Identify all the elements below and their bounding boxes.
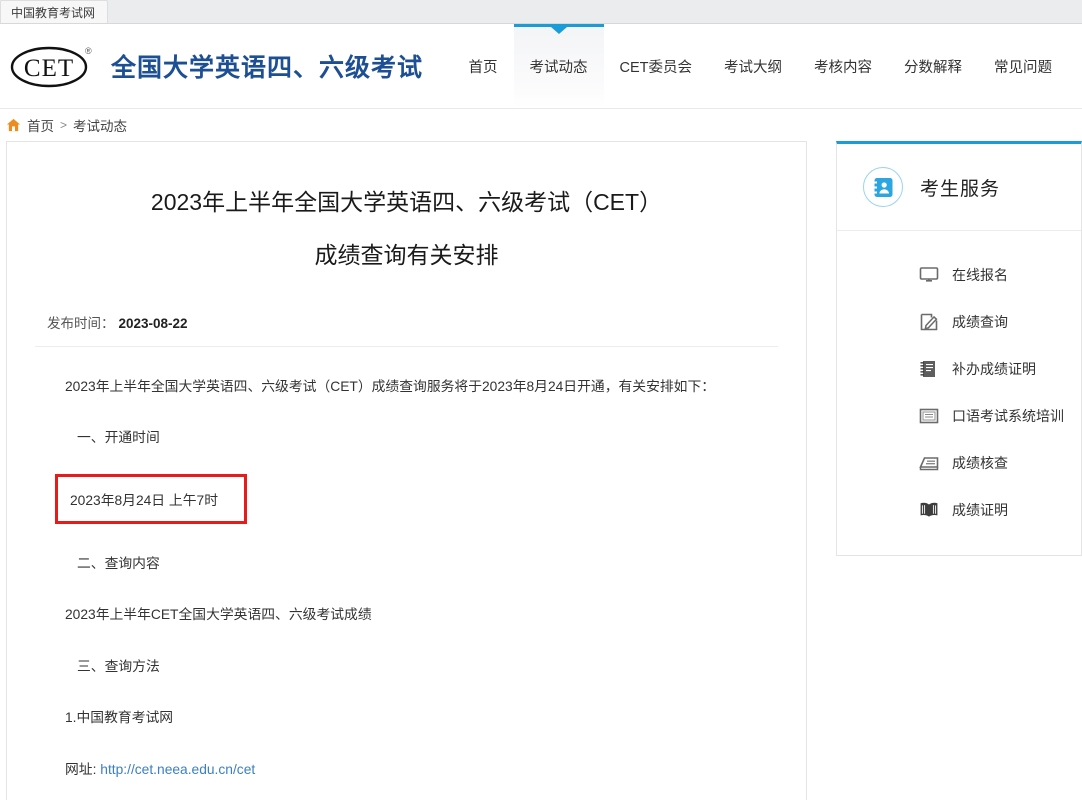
highlight-text: 2023年8月24日 上午7时 xyxy=(70,492,218,508)
sidebar-item-score-verification[interactable]: 成绩核查 xyxy=(837,439,1081,486)
notebook-icon xyxy=(920,360,935,377)
nav-item-score-explanation[interactable]: 分数解释 xyxy=(888,24,978,108)
cet-logo-icon: CET ® xyxy=(10,46,92,88)
website-label: 网址: xyxy=(65,761,101,777)
site-header: CET ® 全国大学英语四、六级考试 首页 考试动态 CET委员会 考试大纲 考… xyxy=(0,24,1082,109)
nav-item-committee[interactable]: CET委员会 xyxy=(604,24,709,108)
article-title-line-1: 2023年上半年全国大学英语四、六级考试（CET） xyxy=(150,189,663,215)
sidebar-item-score-query[interactable]: 成绩查询 xyxy=(837,298,1081,345)
contact-card-icon xyxy=(863,167,903,207)
sidebar-item-reissue-certificate[interactable]: 补办成绩证明 xyxy=(837,345,1081,392)
page-body: 2023年上半年全国大学英语四、六级考试（CET） 成绩查询有关安排 发布时间：… xyxy=(0,141,1082,800)
breadcrumb: 首页 > 考试动态 xyxy=(0,109,1082,141)
edit-square-icon xyxy=(920,313,938,330)
section-3-heading: 三、查询方法 xyxy=(77,658,160,674)
sidebar-header: 考生服务 xyxy=(837,144,1081,231)
brand-title: 全国大学英语四、六级考试 xyxy=(111,54,424,82)
monitor-icon xyxy=(919,266,939,282)
breadcrumb-item-home[interactable]: 首页 xyxy=(27,115,54,135)
sidebar-list: 在线报名 成绩查询 补办成绩证明 口语考试系统培训 成绩核查 成绩证明 xyxy=(837,231,1081,555)
nav-item-content[interactable]: 考核内容 xyxy=(798,24,888,108)
highlight-box: 2023年8月24日 上午7时 xyxy=(55,473,247,524)
publish-label: 发布时间： xyxy=(47,316,115,331)
article-content: 2023年上半年全国大学英语四、六级考试（CET）成绩查询服务将于2023年8月… xyxy=(35,375,778,800)
nav-item-faq[interactable]: 常见问题 xyxy=(978,24,1068,108)
breadcrumb-separator: > xyxy=(60,118,68,132)
brand-block[interactable]: CET ® 全国大学英语四、六级考试 xyxy=(0,24,423,108)
sidebar-item-online-registration[interactable]: 在线报名 xyxy=(837,251,1081,298)
publish-date: 2023-08-22 xyxy=(118,316,188,331)
method-1-heading: 1.中国教育考试网 xyxy=(65,710,174,726)
cet-website-link[interactable]: http://cet.neea.edu.cn/cet xyxy=(100,762,255,777)
open-book-icon xyxy=(920,502,938,517)
svg-text:CET: CET xyxy=(24,55,74,82)
candidate-services-sidebar: 考生服务 在线报名 成绩查询 补办成绩证明 口语考试系统培训 成绩核查 成绩证明 xyxy=(836,141,1082,556)
sidebar-item-label: 成绩查询 xyxy=(952,313,1008,330)
sidebar-title: 考生服务 xyxy=(920,178,1001,200)
nav-item-label: 考核内容 xyxy=(814,59,872,76)
section-1-heading: 一、开通时间 xyxy=(77,430,160,446)
home-icon xyxy=(6,118,21,132)
nav-item-home[interactable]: 首页 xyxy=(453,24,514,108)
svg-text:®: ® xyxy=(85,46,92,56)
section-2-heading: 二、查询内容 xyxy=(77,555,160,571)
page-title: 2023年上半年全国大学英语四、六级考试（CET） 成绩查询有关安排 xyxy=(35,176,778,282)
main-nav: 首页 考试动态 CET委员会 考试大纲 考核内容 分数解释 常见问题 xyxy=(453,24,1082,108)
nav-item-label: 分数解释 xyxy=(904,59,962,76)
section-2-body: 2023年上半年CET全国大学英语四、六级考试成绩 xyxy=(65,607,372,623)
nav-item-exam-news[interactable]: 考试动态 xyxy=(513,24,604,108)
nav-item-label: 考试大纲 xyxy=(724,59,782,76)
chevron-down-icon xyxy=(550,27,567,34)
document-stack-icon xyxy=(919,456,939,470)
sidebar-item-label: 在线报名 xyxy=(952,266,1008,283)
article-card: 2023年上半年全国大学英语四、六级考试（CET） 成绩查询有关安排 发布时间：… xyxy=(6,141,807,800)
certificate-icon xyxy=(919,408,939,423)
nav-item-label: CET委员会 xyxy=(619,59,693,76)
nav-item-label: 首页 xyxy=(468,59,498,76)
nav-item-syllabus[interactable]: 考试大纲 xyxy=(708,24,798,108)
nav-item-label: 考试动态 xyxy=(529,59,588,76)
breadcrumb-item-exam-news[interactable]: 考试动态 xyxy=(73,115,127,135)
sidebar-item-label: 补办成绩证明 xyxy=(952,360,1036,377)
browser-tab-strip: 中国教育考试网 xyxy=(0,0,1082,24)
browser-tab[interactable]: 中国教育考试网 xyxy=(0,0,109,23)
sidebar-item-label: 成绩核查 xyxy=(952,454,1008,471)
publish-meta: 发布时间： 2023-08-22 xyxy=(35,312,778,347)
browser-tab-title: 中国教育考试网 xyxy=(11,5,96,20)
sidebar-item-label: 口语考试系统培训 xyxy=(952,407,1064,424)
sidebar-item-score-certificate[interactable]: 成绩证明 xyxy=(837,486,1081,533)
article-intro: 2023年上半年全国大学英语四、六级考试（CET）成绩查询服务将于2023年8月… xyxy=(65,379,716,394)
nav-item-label: 常见问题 xyxy=(994,59,1052,76)
article-title-line-2: 成绩查询有关安排 xyxy=(314,242,499,268)
sidebar-item-label: 成绩证明 xyxy=(952,501,1008,518)
sidebar-item-oral-exam-training[interactable]: 口语考试系统培训 xyxy=(837,392,1081,439)
website-line: 网址: http://cet.neea.edu.cn/cet xyxy=(47,758,766,781)
